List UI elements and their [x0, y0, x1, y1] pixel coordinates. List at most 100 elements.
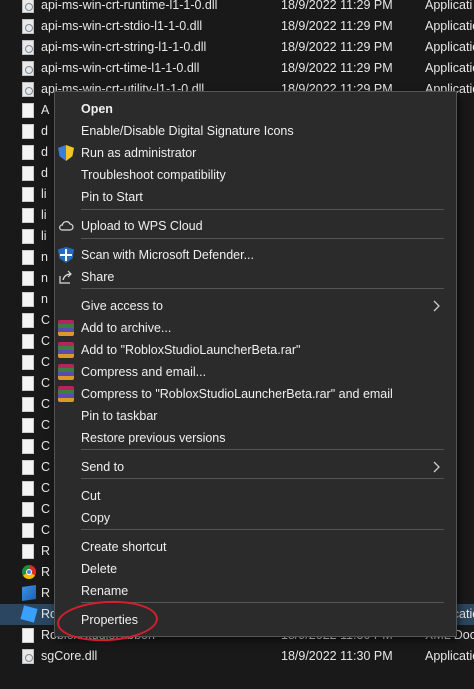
- document-file-icon: [22, 355, 34, 370]
- roblox-studio-icon: [20, 605, 38, 623]
- menu-item-label: Give access to: [81, 299, 163, 313]
- menu-item-rename[interactable]: Rename: [55, 580, 456, 602]
- file-name: A: [41, 103, 50, 117]
- file-date-modified: 18/9/2022 11:30 PM: [281, 649, 393, 663]
- file-name: C: [41, 418, 51, 432]
- menu-item-pin-to-taskbar[interactable]: Pin to taskbar: [55, 405, 456, 427]
- file-date-modified: 18/9/2022 11:29 PM: [281, 0, 393, 12]
- file-name: C: [41, 397, 51, 411]
- document-file-icon: [22, 397, 34, 412]
- document-file-icon: [22, 544, 34, 559]
- menu-item-label: Delete: [81, 562, 118, 576]
- document-file-icon: [22, 292, 34, 307]
- menu-separator: [81, 288, 444, 289]
- document-file-icon: [22, 208, 34, 223]
- document-file-icon: [22, 481, 34, 496]
- file-name: C: [41, 376, 51, 390]
- file-row[interactable]: sgCore.dll 18/9/2022 11:30 PM Applicatio: [0, 646, 474, 667]
- file-name: api-ms-win-crt-time-l1-1-0.dll: [41, 61, 200, 75]
- file-name: api-ms-win-crt-runtime-l1-1-0.dll: [41, 0, 218, 12]
- file-name: C: [41, 334, 51, 348]
- file-name: sgCore.dll: [41, 649, 98, 663]
- file-name: d: [41, 145, 48, 159]
- winrar-icon: [58, 364, 74, 380]
- menu-item-label: Pin to taskbar: [81, 409, 158, 423]
- menu-item-enable-disable-digital-signature-icons[interactable]: Enable/Disable Digital Signature Icons: [55, 120, 456, 142]
- menu-item-label: Restore previous versions: [81, 431, 226, 445]
- menu-item-label: Compress and email...: [81, 365, 207, 379]
- file-type: Applicatio: [425, 19, 474, 33]
- menu-item-label: Add to archive...: [81, 321, 172, 335]
- file-name: api-ms-win-crt-string-l1-1-0.dll: [41, 40, 207, 54]
- document-file-icon: [22, 271, 34, 286]
- context-menu: Open Enable/Disable Digital Signature Ico…: [54, 91, 457, 637]
- file-row[interactable]: api-ms-win-crt-stdio-l1-1-0.dll 18/9/2022…: [0, 16, 474, 37]
- menu-separator: [81, 238, 444, 239]
- menu-item-add-to-archive[interactable]: Add to archive...: [55, 317, 456, 339]
- menu-item-compress-and-email[interactable]: Compress and email...: [55, 361, 456, 383]
- file-date-modified: 18/9/2022 11:29 PM: [281, 40, 393, 54]
- menu-item-label: Share: [81, 270, 115, 284]
- file-name: api-ms-win-crt-stdio-l1-1-0.dll: [41, 19, 203, 33]
- menu-item-add-to-robloxstudiolauncherbeta-rar[interactable]: Add to "RobloxStudioLauncherBeta.rar": [55, 339, 456, 361]
- winrar-icon: [58, 386, 74, 402]
- menu-separator: [81, 529, 444, 530]
- file-name: n: [41, 250, 48, 264]
- share-icon: [58, 269, 74, 285]
- defender-icon: [58, 247, 74, 263]
- menu-item-copy[interactable]: Copy: [55, 507, 456, 529]
- menu-item-create-shortcut[interactable]: Create shortcut: [55, 536, 456, 558]
- dll-file-icon: [22, 61, 34, 76]
- winrar-icon: [58, 342, 74, 358]
- document-file-icon: [22, 418, 34, 433]
- file-name: d: [41, 124, 48, 138]
- document-file-icon: [22, 460, 34, 475]
- menu-item-open[interactable]: Open: [55, 98, 456, 120]
- menu-item-scan-with-microsoft-defender[interactable]: Scan with Microsoft Defender...: [55, 244, 456, 266]
- windows-icon: [22, 585, 36, 601]
- dll-file-icon: [22, 19, 34, 34]
- file-row[interactable]: api-ms-win-crt-time-l1-1-0.dll 18/9/2022 …: [0, 58, 474, 79]
- dll-file-icon: [22, 649, 34, 664]
- menu-item-share[interactable]: Share: [55, 266, 456, 288]
- file-name: C: [41, 460, 51, 474]
- file-name: d: [41, 166, 48, 180]
- menu-item-run-as-administrator[interactable]: Run as administrator: [55, 142, 456, 164]
- menu-item-label: Send to: [81, 460, 125, 474]
- document-file-icon: [22, 103, 34, 118]
- file-type: Applicatio: [425, 40, 474, 54]
- menu-item-delete[interactable]: Delete: [55, 558, 456, 580]
- file-row[interactable]: api-ms-win-crt-string-l1-1-0.dll 18/9/202…: [0, 37, 474, 58]
- menu-item-compress-to-robloxstudiolauncherbeta-rar-and-email[interactable]: Compress to "RobloxStudioLauncherBeta.ra…: [55, 383, 456, 405]
- document-file-icon: [22, 376, 34, 391]
- menu-separator: [81, 478, 444, 479]
- file-type: Applicatio: [425, 61, 474, 75]
- menu-item-upload-to-wps-cloud[interactable]: Upload to WPS Cloud: [55, 215, 456, 237]
- menu-item-troubleshoot-compatibility[interactable]: Troubleshoot compatibility: [55, 164, 456, 186]
- file-date-modified: 18/9/2022 11:29 PM: [281, 61, 393, 75]
- document-file-icon: [22, 166, 34, 181]
- menu-item-label: Pin to Start: [81, 190, 143, 204]
- menu-item-label: Copy: [81, 511, 111, 525]
- menu-item-cut[interactable]: Cut: [55, 485, 456, 507]
- document-file-icon: [22, 439, 34, 454]
- winrar-icon: [58, 320, 74, 336]
- menu-item-label: Cut: [81, 489, 101, 503]
- document-file-icon: [22, 523, 34, 538]
- menu-item-label: Open: [81, 102, 113, 116]
- menu-separator: [81, 209, 444, 210]
- menu-item-give-access-to[interactable]: Give access to: [55, 295, 456, 317]
- file-type: Applicatio: [425, 649, 474, 663]
- document-file-icon: [22, 124, 34, 139]
- document-file-icon: [22, 187, 34, 202]
- file-name: R: [41, 586, 51, 600]
- file-name: n: [41, 292, 48, 306]
- menu-item-label: Rename: [81, 584, 129, 598]
- document-file-icon: [22, 334, 34, 349]
- file-row[interactable]: api-ms-win-crt-runtime-l1-1-0.dll 18/9/20…: [0, 0, 474, 16]
- document-file-icon: [22, 502, 34, 517]
- menu-item-pin-to-start[interactable]: Pin to Start: [55, 186, 456, 208]
- document-file-icon: [22, 229, 34, 244]
- menu-item-send-to[interactable]: Send to: [55, 456, 456, 478]
- menu-item-restore-previous-versions[interactable]: Restore previous versions: [55, 427, 456, 449]
